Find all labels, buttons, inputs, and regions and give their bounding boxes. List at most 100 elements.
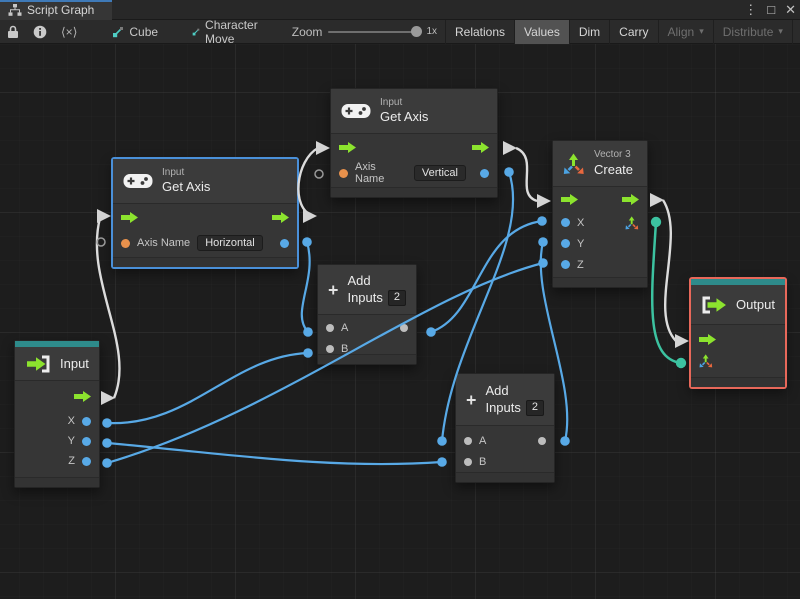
node-title: Get Axis bbox=[380, 109, 429, 125]
zoom-control: Zoom 1x bbox=[284, 25, 445, 39]
port-a[interactable] bbox=[464, 436, 472, 445]
port-result[interactable] bbox=[480, 168, 489, 178]
carry-button[interactable]: Carry bbox=[610, 19, 659, 44]
node-title: Add bbox=[485, 383, 509, 399]
dim-label: Dim bbox=[578, 24, 601, 39]
port-axis-name[interactable] bbox=[339, 168, 348, 178]
breadcrumb-cube[interactable]: Cube bbox=[102, 25, 168, 39]
values-button[interactable]: Values bbox=[515, 19, 570, 44]
align-label: Align bbox=[667, 24, 695, 39]
carry-label: Carry bbox=[619, 24, 649, 39]
add-icon bbox=[466, 395, 476, 404]
port-label-b: B bbox=[341, 342, 349, 355]
panel-menu-icon[interactable]: ⋮ bbox=[744, 0, 757, 20]
input-event-icon bbox=[27, 355, 50, 372]
relations-button[interactable]: Relations bbox=[446, 19, 516, 44]
port-result[interactable] bbox=[280, 238, 289, 248]
port-y[interactable] bbox=[82, 436, 91, 446]
node-add-2[interactable]: Add Inputs 2 A B bbox=[455, 373, 555, 483]
node-category: Input bbox=[380, 96, 403, 108]
info-button[interactable] bbox=[26, 20, 54, 44]
chevron-down-icon: ▾ bbox=[699, 26, 704, 36]
inputs-count-input[interactable]: 2 bbox=[525, 399, 544, 416]
port-b[interactable] bbox=[464, 457, 472, 466]
vector3-icon bbox=[563, 153, 584, 174]
param-label: Axis Name bbox=[355, 161, 385, 185]
node-footer bbox=[456, 472, 554, 482]
view-toggle-group: Relations Values Dim Carry Align ▾ Distr… bbox=[445, 19, 800, 44]
inputs-count-input[interactable]: 2 bbox=[387, 289, 406, 306]
flow-output-arrow[interactable] bbox=[272, 211, 289, 223]
vector-input-port[interactable] bbox=[699, 353, 713, 368]
node-title: Output bbox=[735, 297, 775, 312]
flow-input-arrow[interactable] bbox=[561, 194, 578, 205]
flow-input-arrow[interactable] bbox=[121, 211, 138, 223]
node-add-1[interactable]: Add Inputs 2 A B bbox=[317, 264, 417, 365]
port-label-z: Z bbox=[68, 455, 75, 467]
port-y[interactable] bbox=[561, 239, 570, 248]
port-sum[interactable] bbox=[400, 323, 408, 332]
node-footer bbox=[318, 354, 416, 364]
port-label-b: B bbox=[479, 455, 487, 468]
node-get-axis-vertical[interactable]: Input Get Axis Axis Name Vertical bbox=[330, 88, 498, 198]
node-vector3-create[interactable]: Vector 3 Create X Y Z bbox=[552, 140, 648, 288]
maximize-icon[interactable]: □ bbox=[767, 0, 775, 20]
code-brackets-button[interactable]: ⟨×⟩ bbox=[54, 20, 84, 44]
node-footer bbox=[553, 277, 647, 287]
close-icon[interactable]: ✕ bbox=[785, 0, 796, 20]
gamepad-icon bbox=[341, 104, 371, 118]
lock-icon bbox=[8, 25, 18, 38]
port-z[interactable] bbox=[82, 456, 91, 466]
inputs-label: Inputs bbox=[347, 289, 383, 305]
axis-name-input[interactable]: Vertical bbox=[413, 165, 466, 181]
port-x[interactable] bbox=[82, 416, 91, 426]
lock-button[interactable] bbox=[0, 20, 26, 44]
node-title: Create bbox=[594, 161, 634, 177]
port-label-a: A bbox=[479, 434, 487, 447]
breadcrumb-character-move[interactable]: Character Move bbox=[182, 18, 272, 46]
flow-output-arrow[interactable] bbox=[472, 141, 489, 153]
output-event-icon bbox=[702, 296, 726, 313]
port-axis-name[interactable] bbox=[121, 238, 130, 248]
tab-title: Script Graph bbox=[27, 3, 95, 17]
node-output-event[interactable]: Output bbox=[690, 278, 786, 388]
node-title: Add bbox=[347, 273, 371, 289]
align-dropdown[interactable]: Align ▾ bbox=[659, 19, 714, 44]
node-input-event[interactable]: Input X Y Z bbox=[14, 340, 100, 488]
graph-hierarchy-icon bbox=[8, 4, 22, 16]
param-label: Axis Name bbox=[137, 237, 191, 249]
flow-output-arrow[interactable] bbox=[74, 390, 91, 402]
chevron-down-icon: ▾ bbox=[778, 26, 783, 36]
distribute-dropdown[interactable]: Distribute ▾ bbox=[714, 19, 793, 44]
port-label-x: X bbox=[67, 415, 75, 427]
flow-output-arrow[interactable] bbox=[622, 194, 639, 205]
flow-input-arrow[interactable] bbox=[699, 333, 716, 345]
inputs-label: Inputs bbox=[485, 399, 521, 415]
overview-button[interactable]: Overview bbox=[793, 20, 800, 44]
port-b[interactable] bbox=[326, 344, 334, 353]
info-icon bbox=[33, 25, 47, 38]
node-category: Vector 3 bbox=[594, 149, 631, 161]
port-x[interactable] bbox=[561, 218, 570, 227]
node-get-axis-horizontal[interactable]: Input Get Axis Axis Name Horizontal bbox=[112, 158, 298, 268]
node-footer bbox=[113, 257, 297, 267]
graph-node-icon bbox=[113, 26, 124, 37]
port-sum[interactable] bbox=[538, 436, 546, 445]
dim-button[interactable]: Dim bbox=[570, 19, 611, 44]
add-icon bbox=[328, 285, 338, 294]
graph-node-icon bbox=[192, 28, 200, 35]
tab-script-graph[interactable]: Script Graph bbox=[0, 0, 112, 20]
active-tab-accent bbox=[0, 0, 112, 2]
port-label-x: X bbox=[577, 216, 585, 229]
axis-name-input[interactable]: Horizontal bbox=[197, 235, 263, 251]
flow-input-arrow[interactable] bbox=[339, 141, 356, 153]
breadcrumb-label: Cube bbox=[129, 24, 159, 39]
port-z[interactable] bbox=[561, 260, 570, 269]
vector-output-port[interactable] bbox=[625, 215, 639, 230]
relations-label: Relations bbox=[455, 24, 506, 39]
port-a[interactable] bbox=[326, 323, 334, 332]
zoom-slider-handle[interactable] bbox=[411, 25, 423, 37]
node-title: Get Axis bbox=[162, 179, 211, 195]
zoom-value: 1x bbox=[426, 26, 437, 37]
zoom-slider[interactable] bbox=[328, 25, 423, 37]
